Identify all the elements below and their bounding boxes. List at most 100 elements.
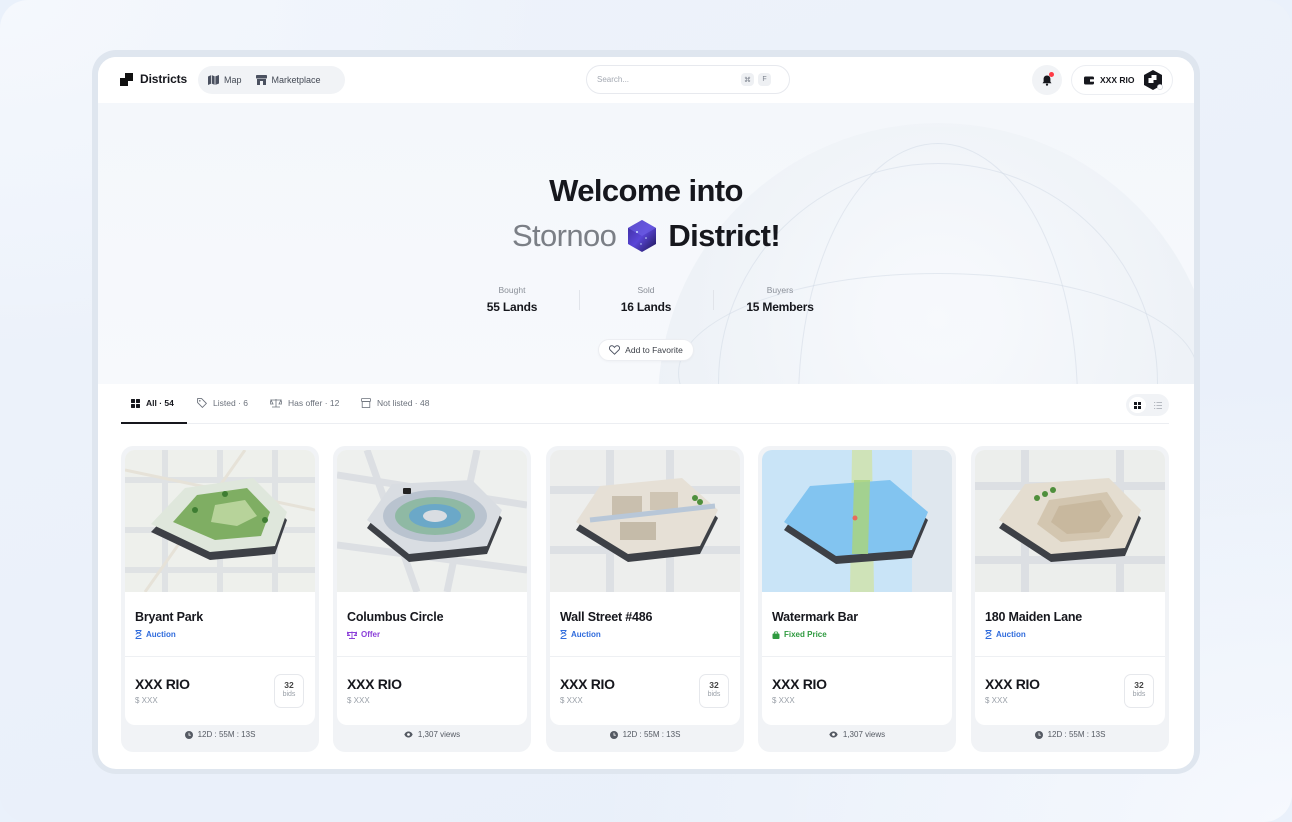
listing-type: Offer bbox=[347, 630, 380, 639]
listing-type: Auction bbox=[560, 630, 601, 639]
search-input[interactable] bbox=[597, 75, 737, 84]
land-name: Wall Street #486 bbox=[560, 610, 653, 624]
land-price: XXX RIO bbox=[135, 676, 190, 692]
card-footer: 12D : 55M : 13S bbox=[121, 730, 319, 739]
stat-label: Buyers bbox=[766, 285, 794, 295]
tab-has-offer[interactable]: Has offer · 12 bbox=[270, 398, 339, 408]
store-icon bbox=[361, 398, 371, 408]
hourglass-icon bbox=[985, 630, 992, 639]
view-toggle bbox=[1126, 394, 1169, 416]
card-divider bbox=[762, 656, 952, 657]
grid-view-button[interactable] bbox=[1129, 397, 1146, 413]
land-name: Watermark Bar bbox=[772, 610, 858, 624]
tag-icon bbox=[197, 398, 207, 408]
land-map-image bbox=[762, 450, 952, 592]
bids-label: bids bbox=[1132, 691, 1146, 698]
card-body: Columbus Circle Offer XXX RIO $ XXX bbox=[337, 450, 527, 725]
add-to-favorite-button[interactable]: Add to Favorite bbox=[598, 339, 694, 361]
hero-section: Welcome into Stornoo District! Bought 55… bbox=[98, 103, 1194, 384]
land-map-image bbox=[337, 450, 527, 592]
tab-label: Not listed · 48 bbox=[377, 398, 430, 408]
nav-item-marketplace[interactable]: Marketplace bbox=[255, 75, 321, 85]
card-body: Bryant Park Auction XXX RIO $ XXX 32 bid… bbox=[125, 450, 315, 725]
list-view-button[interactable] bbox=[1150, 397, 1167, 413]
land-card[interactable]: Columbus Circle Offer XXX RIO $ XXX 1,30… bbox=[333, 446, 531, 752]
listing-type-label: Auction bbox=[146, 630, 176, 639]
listing-type: Fixed Price bbox=[772, 630, 827, 639]
land-card[interactable]: 180 Maiden Lane Auction XXX RIO $ XXX 32… bbox=[971, 446, 1169, 752]
notifications-button[interactable] bbox=[1032, 65, 1062, 95]
district-stats: Bought 55 Lands Sold 16 Lands Buyers 15 … bbox=[98, 285, 1194, 314]
listing-type-label: Offer bbox=[361, 630, 381, 639]
scale-icon bbox=[270, 398, 282, 408]
clock-icon bbox=[1034, 730, 1043, 739]
land-price: XXX RIO bbox=[347, 676, 402, 692]
logo[interactable]: Districts bbox=[120, 72, 187, 86]
card-divider bbox=[975, 656, 1165, 657]
card-footer: 1,307 views bbox=[333, 730, 531, 739]
stat-bought: Bought 55 Lands bbox=[445, 285, 579, 314]
wallet-icon bbox=[1084, 76, 1094, 84]
bids-label: bids bbox=[707, 691, 721, 698]
logo-mark-icon bbox=[120, 72, 133, 86]
land-price-usd: $ XXX bbox=[560, 696, 583, 705]
footer-text: 1,307 views bbox=[417, 730, 461, 739]
eye-icon bbox=[404, 731, 413, 738]
search-box[interactable]: ⌘ F bbox=[586, 65, 790, 94]
app-window: Districts Map Marketplace ⌘ F XXX RIO bbox=[98, 57, 1194, 769]
land-map-image bbox=[125, 450, 315, 592]
bids-badge: 32 bids bbox=[1124, 674, 1154, 708]
land-price-usd: $ XXX bbox=[985, 696, 1008, 705]
card-footer: 12D : 55M : 13S bbox=[971, 730, 1169, 739]
footer-text: 12D : 55M : 13S bbox=[1047, 730, 1106, 739]
wallet-button[interactable]: XXX RIO bbox=[1071, 65, 1173, 95]
tab-label: Listed · 6 bbox=[213, 398, 248, 408]
land-card[interactable]: Bryant Park Auction XXX RIO $ XXX 32 bid… bbox=[121, 446, 319, 752]
grid-icon bbox=[131, 398, 140, 408]
stat-value: 16 Lands bbox=[620, 300, 672, 314]
land-price-usd: $ XXX bbox=[347, 696, 370, 705]
favorite-label: Add to Favorite bbox=[625, 345, 683, 355]
listing-type: Auction bbox=[985, 630, 1026, 639]
bag-icon bbox=[772, 630, 780, 639]
land-price: XXX RIO bbox=[560, 676, 615, 692]
clock-icon bbox=[184, 730, 193, 739]
stat-value: 15 Members bbox=[746, 300, 814, 314]
bids-count: 32 bbox=[1134, 680, 1144, 690]
shortcut-key-cmd: ⌘ bbox=[741, 73, 754, 86]
bids-label: bids bbox=[282, 691, 296, 698]
scale-icon bbox=[347, 630, 357, 639]
top-bar: Districts Map Marketplace ⌘ F XXX RIO bbox=[98, 57, 1194, 103]
nav-item-label: Marketplace bbox=[271, 75, 321, 85]
avatar[interactable] bbox=[1142, 69, 1164, 91]
active-tab-indicator bbox=[121, 422, 187, 424]
card-body: 180 Maiden Lane Auction XXX RIO $ XXX 32… bbox=[975, 450, 1165, 725]
land-price-usd: $ XXX bbox=[772, 696, 795, 705]
land-card[interactable]: Watermark Bar Fixed Price XXX RIO $ XXX … bbox=[758, 446, 956, 752]
wallet-balance: XXX RIO bbox=[1100, 75, 1135, 85]
land-name: 180 Maiden Lane bbox=[985, 610, 1083, 624]
grid-icon bbox=[1133, 401, 1141, 409]
footer-text: 12D : 55M : 13S bbox=[622, 730, 681, 739]
nav-item-label: Map bbox=[224, 75, 242, 85]
tab-all[interactable]: All · 54 bbox=[131, 398, 174, 408]
land-card[interactable]: Wall Street #486 Auction XXX RIO $ XXX 3… bbox=[546, 446, 744, 752]
footer-text: 1,307 views bbox=[842, 730, 886, 739]
tab-listed[interactable]: Listed · 6 bbox=[197, 398, 248, 408]
store-icon bbox=[255, 75, 267, 85]
map-icon bbox=[208, 75, 219, 85]
stat-sold: Sold 16 Lands bbox=[579, 285, 713, 314]
nav-item-map[interactable]: Map bbox=[208, 75, 242, 85]
card-body: Watermark Bar Fixed Price XXX RIO $ XXX bbox=[762, 450, 952, 725]
stat-buyers: Buyers 15 Members bbox=[713, 285, 847, 314]
stat-value: 55 Lands bbox=[486, 300, 538, 314]
hourglass-icon bbox=[560, 630, 567, 639]
land-name: Columbus Circle bbox=[347, 610, 444, 624]
card-footer: 12D : 55M : 13S bbox=[546, 730, 744, 739]
bids-badge: 32 bids bbox=[274, 674, 304, 708]
listing-type-label: Fixed Price bbox=[784, 630, 827, 639]
bids-count: 32 bbox=[284, 680, 294, 690]
filter-tabs: All · 54 Listed · 6 Has offer · 12 Not l… bbox=[121, 384, 1169, 424]
logo-text: Districts bbox=[140, 72, 188, 86]
tab-not-listed[interactable]: Not listed · 48 bbox=[361, 398, 429, 408]
